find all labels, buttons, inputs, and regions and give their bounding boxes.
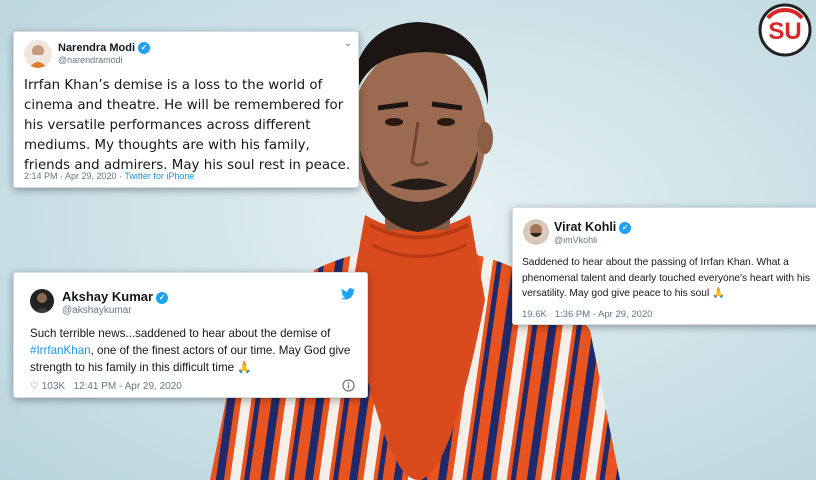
author-handle[interactable]: @akshaykumar (62, 305, 132, 316)
verified-badge-icon: ✓ (619, 221, 632, 234)
tweet-card-akshay[interactable]: Akshay Kumar ✓ @akshaykumar Such terrible… (13, 272, 368, 398)
verified-badge-icon: ✓ (156, 291, 169, 304)
heart-icon[interactable]: ♡ (30, 381, 39, 392)
avatar[interactable] (24, 40, 52, 68)
tweet-source-link[interactable]: Twitter for iPhone (124, 171, 194, 181)
avatar[interactable] (523, 219, 549, 245)
tweet-meta: ♡ 103K 12:41 PM - Apr 29, 2020 (30, 381, 182, 392)
info-icon[interactable] (342, 379, 355, 397)
hashtag-link[interactable]: #IrrfanKhan (30, 344, 91, 357)
author-handle[interactable]: @narendramodi (58, 55, 123, 65)
tweet-text: Such terrible news...saddened to hear ab… (30, 327, 351, 374)
twitter-bird-icon[interactable] (341, 287, 355, 305)
tweet-text: Saddened to hear about the passing of Ir… (522, 255, 816, 302)
su-logo: SU (758, 3, 812, 57)
avatar[interactable] (30, 289, 54, 313)
tweet-card-kohli[interactable]: Virat Kohli ✓ @imVkohli Saddened to hear … (512, 207, 816, 325)
tweet-text-line: Saddened to hear about the passing of Ir… (522, 257, 789, 268)
tweet-meta: 19.6K 1:36 PM - Apr 29, 2020 (522, 309, 652, 320)
tweet-meta: 2:14 PM · Apr 29, 2020 · Twitter for iPh… (24, 171, 194, 181)
tweet-text-line: versatility. May god give peace to his s… (522, 288, 725, 299)
tweet-time: 1:36 PM - Apr 29, 2020 (554, 309, 653, 320)
tweet-text-line: phenomenal talent and dearly touched eve… (522, 272, 810, 284)
tweet-card-modi[interactable]: Narendra Modi ✓ @narendramodi ⌄ Irrfan Kh… (13, 31, 359, 188)
author-name[interactable]: Narendra Modi ✓ (58, 42, 151, 55)
author-handle[interactable]: @imVkohli (554, 235, 597, 245)
author-name[interactable]: Akshay Kumar ✓ (62, 289, 169, 304)
chevron-down-icon[interactable]: ⌄ (344, 38, 352, 49)
tweet-time: 12:41 PM - Apr 29, 2020 (73, 381, 182, 392)
tweet-text: Irrfan Khan’s demise is a loss to the wo… (24, 78, 350, 173)
tweet-time: 2:14 PM · Apr 29, 2020 · (24, 171, 125, 181)
author-name[interactable]: Virat Kohli ✓ (554, 220, 632, 234)
verified-badge-icon: ✓ (138, 42, 151, 55)
like-count[interactable]: 103K (42, 381, 65, 392)
svg-text:SU: SU (768, 18, 801, 45)
like-count[interactable]: 19.6K (522, 309, 547, 320)
